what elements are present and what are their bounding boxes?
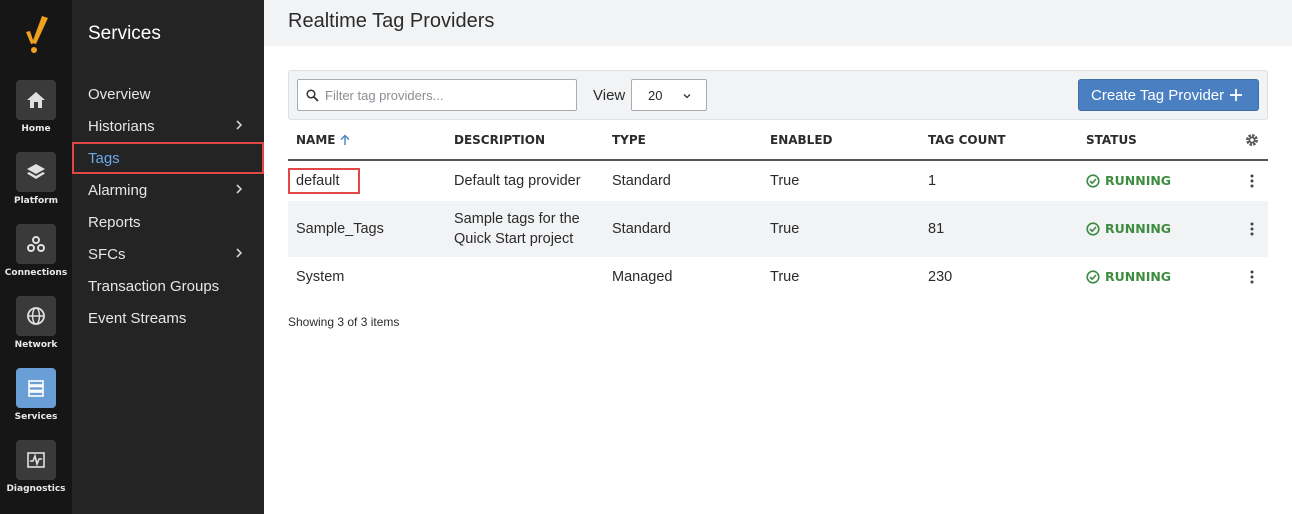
table-toolbar: View 20 Create Tag Provider: [288, 70, 1268, 120]
rail-label: Services: [14, 412, 58, 422]
chevron-right-icon: [236, 184, 243, 194]
rail-label: Platform: [14, 196, 58, 206]
create-button-label: Create Tag Provider: [1091, 86, 1225, 104]
rail-item-home[interactable]: Home: [0, 80, 72, 146]
more-actions-icon[interactable]: [1246, 221, 1258, 237]
diagnostics-icon: [16, 440, 56, 480]
pagination-summary: Showing 3 of 3 items: [288, 315, 400, 329]
sidebar-item-event-streams[interactable]: Event Streams: [72, 302, 264, 334]
sidebar-item-label: Tags: [88, 149, 120, 167]
cell-enabled: True: [770, 173, 800, 189]
cell-name[interactable]: default: [288, 168, 360, 194]
status-badge: RUNNING: [1086, 221, 1171, 236]
sidebar-item-tags[interactable]: Tags: [72, 142, 264, 174]
check-circle-icon: [1086, 173, 1100, 188]
cell-description: Sample tags for the Quick Start project: [454, 209, 580, 249]
sidebar-item-label: Alarming: [88, 181, 148, 199]
sidebar-item-alarming[interactable]: Alarming: [72, 174, 264, 206]
check-circle-icon: [1086, 269, 1100, 284]
cell-tag-count: 230: [928, 269, 953, 285]
cell-tag-count: 81: [928, 221, 945, 237]
cell-name[interactable]: System: [296, 267, 344, 287]
cell-name[interactable]: Sample_Tags: [296, 219, 384, 239]
column-header-status[interactable]: STATUS: [1086, 133, 1137, 147]
description-line: Sample tags for the: [454, 211, 580, 227]
status-label: RUNNING: [1105, 269, 1172, 284]
column-header-label: NAME: [296, 133, 336, 147]
cell-enabled: True: [770, 269, 800, 285]
search-field[interactable]: [297, 79, 577, 111]
table-row[interactable]: System Managed True 230 RUNNING: [288, 257, 1268, 297]
search-icon: [306, 88, 319, 102]
rail-item-platform[interactable]: Platform: [0, 152, 72, 218]
chevron-right-icon: [236, 120, 243, 130]
sidebar-item-label: Historians: [88, 117, 155, 135]
services-sidebar: Services Overview Historians Tags Alarmi…: [72, 0, 264, 514]
cell-type: Managed: [612, 269, 673, 285]
page-size-value: 20: [648, 87, 663, 103]
sidebar-item-historians[interactable]: Historians: [72, 110, 264, 142]
sidebar-title: Services: [88, 23, 161, 44]
page-title: Realtime Tag Providers: [288, 10, 495, 32]
rail-label: Connections: [4, 268, 68, 278]
chevron-down-icon: [683, 94, 691, 99]
globe-icon: [16, 296, 56, 336]
sidebar-item-label: Overview: [88, 85, 151, 103]
connections-icon: [16, 224, 56, 264]
cell-type: Standard: [612, 221, 671, 237]
layers-icon: [16, 152, 56, 192]
cell-type: Standard: [612, 173, 671, 189]
page-size-select[interactable]: 20: [631, 79, 707, 111]
sidebar-item-overview[interactable]: Overview: [72, 78, 264, 110]
more-actions-icon[interactable]: [1246, 269, 1258, 285]
cell-tag-count: 1: [928, 173, 937, 189]
status-label: RUNNING: [1105, 221, 1172, 236]
sidebar-item-label: Event Streams: [88, 309, 187, 327]
sidebar-item-label: Reports: [88, 213, 141, 231]
status-label: RUNNING: [1105, 173, 1172, 188]
cell-description: Default tag provider: [454, 173, 581, 189]
sidebar-item-label: SFCs: [88, 245, 126, 263]
chevron-right-icon: [236, 248, 243, 258]
table-row[interactable]: Sample_Tags Sample tags for the Quick St…: [288, 201, 1268, 257]
page-header: Realtime Tag Providers: [264, 0, 1292, 46]
column-header-type[interactable]: TYPE: [612, 133, 646, 147]
rail-item-services[interactable]: Services: [0, 368, 72, 434]
sort-ascending-icon: [340, 134, 350, 145]
cell-enabled: True: [770, 221, 800, 237]
sidebar-item-reports[interactable]: Reports: [72, 206, 264, 238]
column-header-name[interactable]: NAME: [296, 133, 351, 147]
rail-item-connections[interactable]: Connections: [0, 224, 72, 290]
column-header-description[interactable]: DESCRIPTION: [454, 133, 545, 147]
icon-rail: Home Platform Connections Network Servic…: [0, 0, 72, 514]
sidebar-item-sfcs[interactable]: SFCs: [72, 238, 264, 270]
create-tag-provider-button[interactable]: Create Tag Provider: [1078, 79, 1259, 111]
sidebar-item-label: Transaction Groups: [88, 277, 220, 295]
plus-icon: [1230, 89, 1242, 101]
check-circle-icon: [1086, 221, 1100, 236]
view-label: View: [593, 87, 626, 104]
sidebar-item-transaction-groups[interactable]: Transaction Groups: [72, 270, 264, 302]
services-icon: [16, 368, 56, 408]
table-row[interactable]: default Default tag provider Standard Tr…: [288, 161, 1268, 201]
rail-label: Home: [21, 124, 51, 134]
status-badge: RUNNING: [1086, 173, 1171, 188]
rail-label: Diagnostics: [6, 484, 66, 494]
name-link[interactable]: default: [288, 168, 360, 194]
column-header-tag-count[interactable]: TAG COUNT: [928, 133, 1006, 147]
rail-item-network[interactable]: Network: [0, 296, 72, 362]
status-badge: RUNNING: [1086, 269, 1171, 284]
home-icon: [16, 80, 56, 120]
column-header-enabled[interactable]: ENABLED: [770, 133, 832, 147]
rail-item-diagnostics[interactable]: Diagnostics: [0, 440, 72, 506]
ignition-logo-icon[interactable]: [18, 14, 54, 56]
more-actions-icon[interactable]: [1246, 173, 1258, 189]
rail-label: Network: [14, 340, 58, 350]
description-line: Quick Start project: [454, 231, 574, 247]
search-input[interactable]: [325, 87, 565, 103]
gear-icon[interactable]: [1244, 132, 1260, 148]
